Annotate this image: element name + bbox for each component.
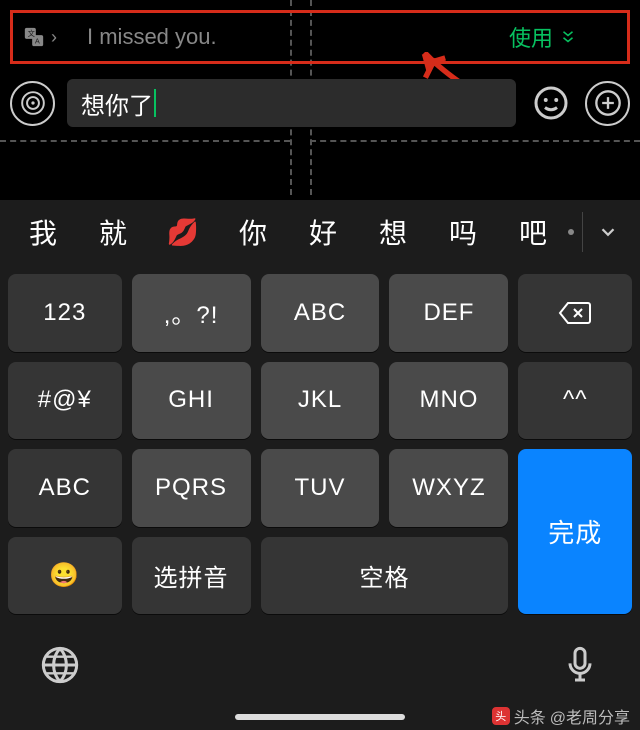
candidate-3[interactable]: 💋 bbox=[148, 217, 218, 248]
backspace-icon bbox=[558, 301, 592, 325]
plus-icon bbox=[594, 89, 622, 117]
candidate-row: 我 就 💋 你 好 想 吗 吧 bbox=[0, 200, 640, 264]
key-def[interactable]: DEF bbox=[389, 274, 508, 352]
candidate-2[interactable]: 就 bbox=[78, 212, 148, 252]
ime-keyboard: 我 就 💋 你 好 想 吗 吧 123 ,。?! ABC DEF #@¥ GHI… bbox=[0, 200, 640, 730]
key-symbols[interactable]: #@¥ bbox=[8, 362, 122, 440]
candidate-8[interactable]: 吧 bbox=[498, 212, 568, 252]
globe-icon[interactable] bbox=[40, 645, 80, 685]
key-pqrs[interactable]: PQRS bbox=[132, 449, 251, 527]
candidate-4[interactable]: 你 bbox=[218, 212, 288, 252]
candidate-6[interactable]: 想 bbox=[358, 212, 428, 252]
translated-text: I missed you. bbox=[87, 24, 509, 50]
svg-text:A: A bbox=[35, 36, 40, 45]
more-button[interactable] bbox=[585, 81, 630, 126]
key-caps[interactable]: ^^ bbox=[518, 362, 632, 440]
keyboard-bottom-row bbox=[0, 635, 640, 695]
watermark: 头 头条 @老周分享 bbox=[492, 704, 630, 728]
watermark-author: @老周分享 bbox=[550, 704, 630, 728]
candidate-more-indicator bbox=[568, 229, 574, 235]
message-input-row: 想你了 bbox=[10, 75, 630, 131]
input-text: 想你了 bbox=[81, 86, 153, 121]
key-done[interactable]: 完成 bbox=[518, 449, 632, 614]
watermark-brand: 头条 bbox=[514, 704, 546, 728]
smiley-icon bbox=[533, 85, 569, 121]
key-emoji[interactable]: 😀 bbox=[8, 537, 122, 615]
key-ghi[interactable]: GHI bbox=[132, 362, 251, 440]
message-input[interactable]: 想你了 bbox=[67, 79, 516, 127]
chevron-down-icon bbox=[597, 221, 619, 243]
microphone-icon[interactable] bbox=[560, 645, 600, 685]
candidate-7[interactable]: 吗 bbox=[428, 212, 498, 252]
key-select-pinyin[interactable]: 选拼音 bbox=[132, 537, 251, 615]
app-root: 文A › I missed you. 使用 想你了 我 就 💋 你 bbox=[0, 0, 640, 730]
translate-icon: 文A bbox=[23, 26, 45, 48]
key-space[interactable]: 空格 bbox=[261, 537, 509, 615]
apply-translation-button[interactable]: 使用 bbox=[509, 21, 577, 53]
key-wxyz[interactable]: WXYZ bbox=[389, 449, 508, 527]
candidate-1[interactable]: 我 bbox=[8, 212, 78, 252]
key-abc[interactable]: ABC bbox=[261, 274, 380, 352]
keyboard-grid: 123 ,。?! ABC DEF #@¥ GHI JKL MNO ^^ ABC … bbox=[8, 274, 632, 614]
text-cursor bbox=[154, 89, 156, 117]
key-123[interactable]: 123 bbox=[8, 274, 122, 352]
expand-candidates-button[interactable] bbox=[582, 212, 632, 252]
key-backspace[interactable] bbox=[518, 274, 632, 352]
key-mno[interactable]: MNO bbox=[389, 362, 508, 440]
key-jkl[interactable]: JKL bbox=[261, 362, 380, 440]
translate-bar[interactable]: 文A › I missed you. 使用 bbox=[10, 10, 630, 64]
sound-wave-icon bbox=[20, 90, 46, 116]
key-tuv[interactable]: TUV bbox=[261, 449, 380, 527]
apply-label: 使用 bbox=[509, 21, 553, 53]
key-punct[interactable]: ,。?! bbox=[132, 274, 251, 352]
double-chevron-down-icon bbox=[559, 28, 577, 46]
candidate-5[interactable]: 好 bbox=[288, 212, 358, 252]
key-alpha[interactable]: ABC bbox=[8, 449, 122, 527]
watermark-logo-icon: 头 bbox=[492, 707, 510, 725]
chevron-right-icon: › bbox=[51, 27, 57, 48]
voice-input-button[interactable] bbox=[10, 81, 55, 126]
home-indicator[interactable] bbox=[235, 714, 405, 720]
emoji-button[interactable] bbox=[528, 81, 573, 126]
